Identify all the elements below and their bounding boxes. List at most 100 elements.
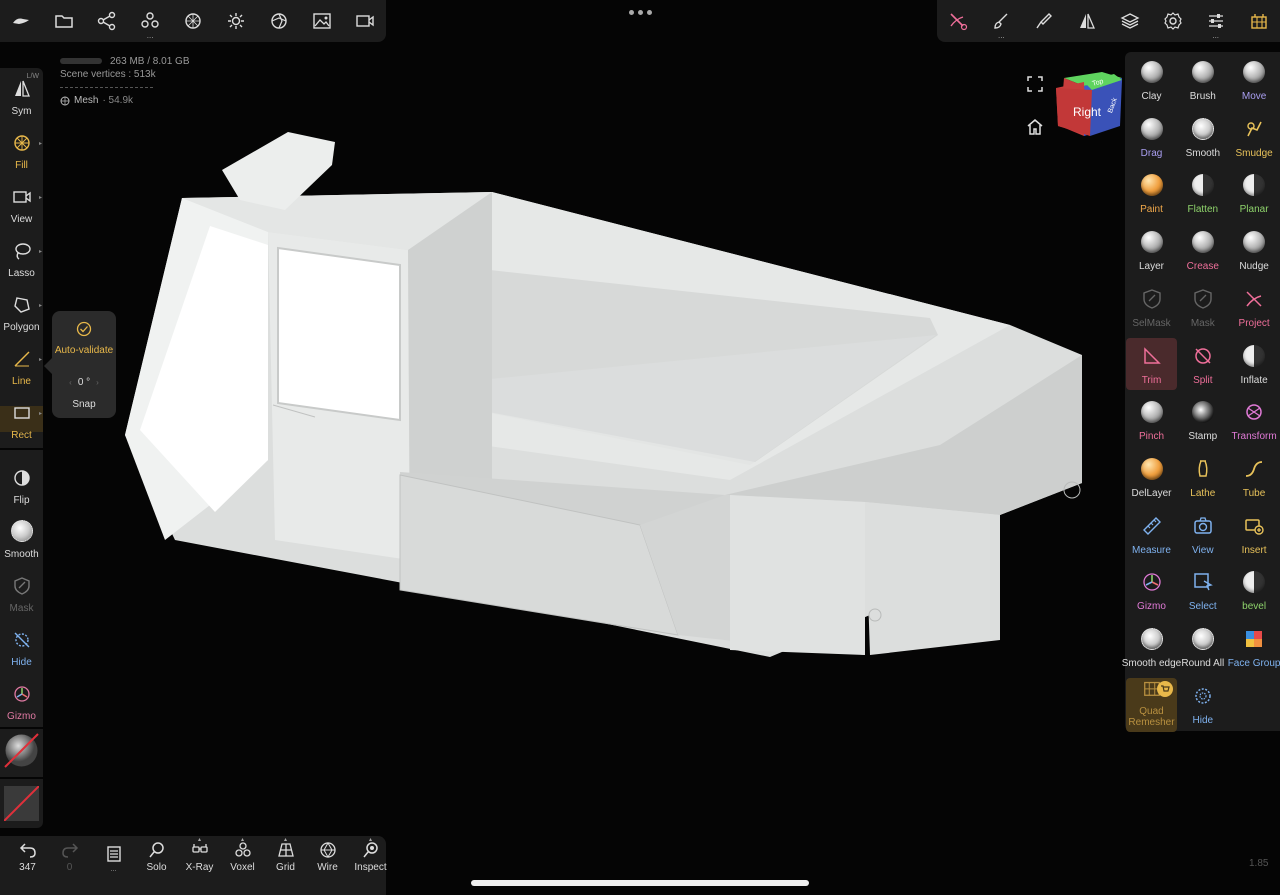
tool-drag[interactable]: Drag [1126,111,1177,163]
tool-flatten[interactable]: Flatten [1177,167,1228,219]
home-icon[interactable] [1025,117,1045,137]
tool-crease[interactable]: Crease [1177,224,1228,276]
tool-dellayer[interactable]: DelLayer [1126,451,1177,503]
polygon-label: Polygon [3,322,40,333]
background-button[interactable] [300,0,343,42]
tool-smooth-edge[interactable]: Smooth edge [1122,621,1181,673]
quad-button[interactable] [1237,0,1280,42]
smooth-button[interactable]: Smooth [0,511,43,563]
current-tool-button[interactable] [937,0,980,42]
tool-quad-remesher[interactable]: Quad Remesher [1126,677,1177,732]
chevron-right-icon[interactable]: › [96,378,99,387]
grid-button[interactable]: ▴ Grid [264,836,307,895]
tool-brush[interactable]: Brush [1177,54,1228,106]
tool-label: Gizmo [1137,601,1166,613]
tool-layer[interactable]: Layer [1126,224,1177,276]
select-icon [1194,573,1213,591]
tool-clay[interactable]: Clay [1126,54,1177,106]
logo-button[interactable] [0,0,43,42]
voxel-button[interactable]: ▴ Voxel [221,836,264,895]
rect-button[interactable]: ▸ Rect [0,392,43,444]
tool-label: Pinch [1138,431,1164,443]
checkmark-circle-icon[interactable] [76,321,92,337]
tool-move[interactable]: Move [1229,54,1280,106]
layers-button[interactable] [1109,0,1152,42]
tool-measure[interactable]: Measure [1126,508,1177,560]
scene-button[interactable] [86,0,129,42]
solo-button[interactable]: Solo [135,836,178,895]
tool-smooth[interactable]: Smooth [1177,111,1228,163]
primitives-button[interactable] [129,0,172,42]
tool-mask[interactable]: Mask [1177,281,1228,333]
auto-validate-label[interactable]: Auto-validate [52,345,116,356]
home-indicator[interactable] [471,880,809,886]
tool-face-group[interactable]: Face Group [1228,621,1280,673]
primitives-icon [141,12,159,28]
scene-stats: 263 MB / 8.01 GB Scene vertices : 513k M… [60,55,190,106]
tool-lathe[interactable]: Lathe [1177,451,1228,503]
tool-nudge[interactable]: Nudge [1229,224,1280,276]
tool-view[interactable]: View [1177,508,1228,560]
color-swatch[interactable] [3,785,40,822]
material-button[interactable] [172,0,215,42]
history-button[interactable]: ... [92,836,135,895]
files-button[interactable] [43,0,86,42]
multitask-dots[interactable] [622,4,658,20]
tool-round-all[interactable]: Round All [1177,621,1228,673]
tool-gizmo[interactable]: Gizmo [1126,564,1177,616]
camera-settings-button[interactable] [257,0,300,42]
line-button[interactable]: ▸ Line [0,338,43,390]
view-cube[interactable]: Right Back Top [1052,68,1126,142]
tool-smudge[interactable]: Smudge [1229,111,1280,163]
brush-settings-button[interactable] [980,0,1023,42]
gizmo-button[interactable]: Gizmo [0,673,43,725]
settings-button[interactable] [1151,0,1194,42]
tool-paint[interactable]: Paint [1126,167,1177,219]
tool-trim[interactable]: Trim [1126,337,1177,390]
tool-panel: Clay Brush Move Drag Smooth Smudge Paint Flatte… [1122,52,1280,732]
tool-inflate[interactable]: Inflate [1229,338,1280,390]
hide-button[interactable]: Hide [0,619,43,671]
fill-button[interactable]: ▸ Fill [0,122,43,174]
polygon-button[interactable]: ▸ Polygon [0,284,43,336]
wire-button[interactable]: Wire [306,836,349,895]
fullscreen-icon[interactable] [1025,74,1045,94]
symmetry-icon [1080,13,1096,29]
mesh-info[interactable]: Mesh · 54.9k [60,95,190,106]
tool-transform[interactable]: Transform [1229,394,1280,446]
video-button[interactable] [343,0,386,42]
mask-icon [13,577,30,595]
inspect-button[interactable]: ▴ Inspect [349,836,392,895]
tool-hide[interactable]: Hide [1177,678,1228,730]
matcap-swatch[interactable] [4,733,39,768]
tool-project[interactable]: Project [1229,281,1280,333]
xray-label: X-Ray [185,862,214,873]
smudge-icon [1247,121,1262,137]
tool-stamp[interactable]: Stamp [1177,394,1228,446]
tool-select[interactable]: Select [1177,564,1228,616]
view-button[interactable]: ▸ View [0,176,43,228]
tool-bevel[interactable]: bevel [1229,564,1280,616]
snap-angle-stepper[interactable]: ‹ 0 ° › [52,377,116,388]
tool-tube[interactable]: Tube [1229,451,1280,503]
sliders-button[interactable] [1194,0,1237,42]
symmetry-button[interactable] [1066,0,1109,42]
paint-picker-button[interactable] [1023,0,1066,42]
tool-selmask[interactable]: SelMask [1126,281,1177,333]
sym-button[interactable]: L/W Sym [0,68,43,120]
tool-insert[interactable]: Insert [1229,508,1280,560]
tool-pinch[interactable]: Pinch [1126,394,1177,446]
tool-planar[interactable]: Planar [1229,167,1280,219]
chevron-left-icon[interactable]: ‹ [69,378,72,387]
redo-button[interactable]: 0 [48,836,91,895]
tool-split[interactable]: Split [1177,338,1228,390]
lathe-icon [1198,460,1208,477]
xray-button[interactable]: ▴ X-Ray [178,836,221,895]
line-icon [14,351,29,367]
lasso-button[interactable]: ▸ Lasso [0,230,43,282]
light-button[interactable] [214,0,257,42]
flip-button[interactable]: Flip [0,457,43,509]
viewport-model[interactable] [110,120,1090,665]
mask-button[interactable]: Mask [0,565,43,617]
undo-button[interactable]: 347 [6,836,49,895]
